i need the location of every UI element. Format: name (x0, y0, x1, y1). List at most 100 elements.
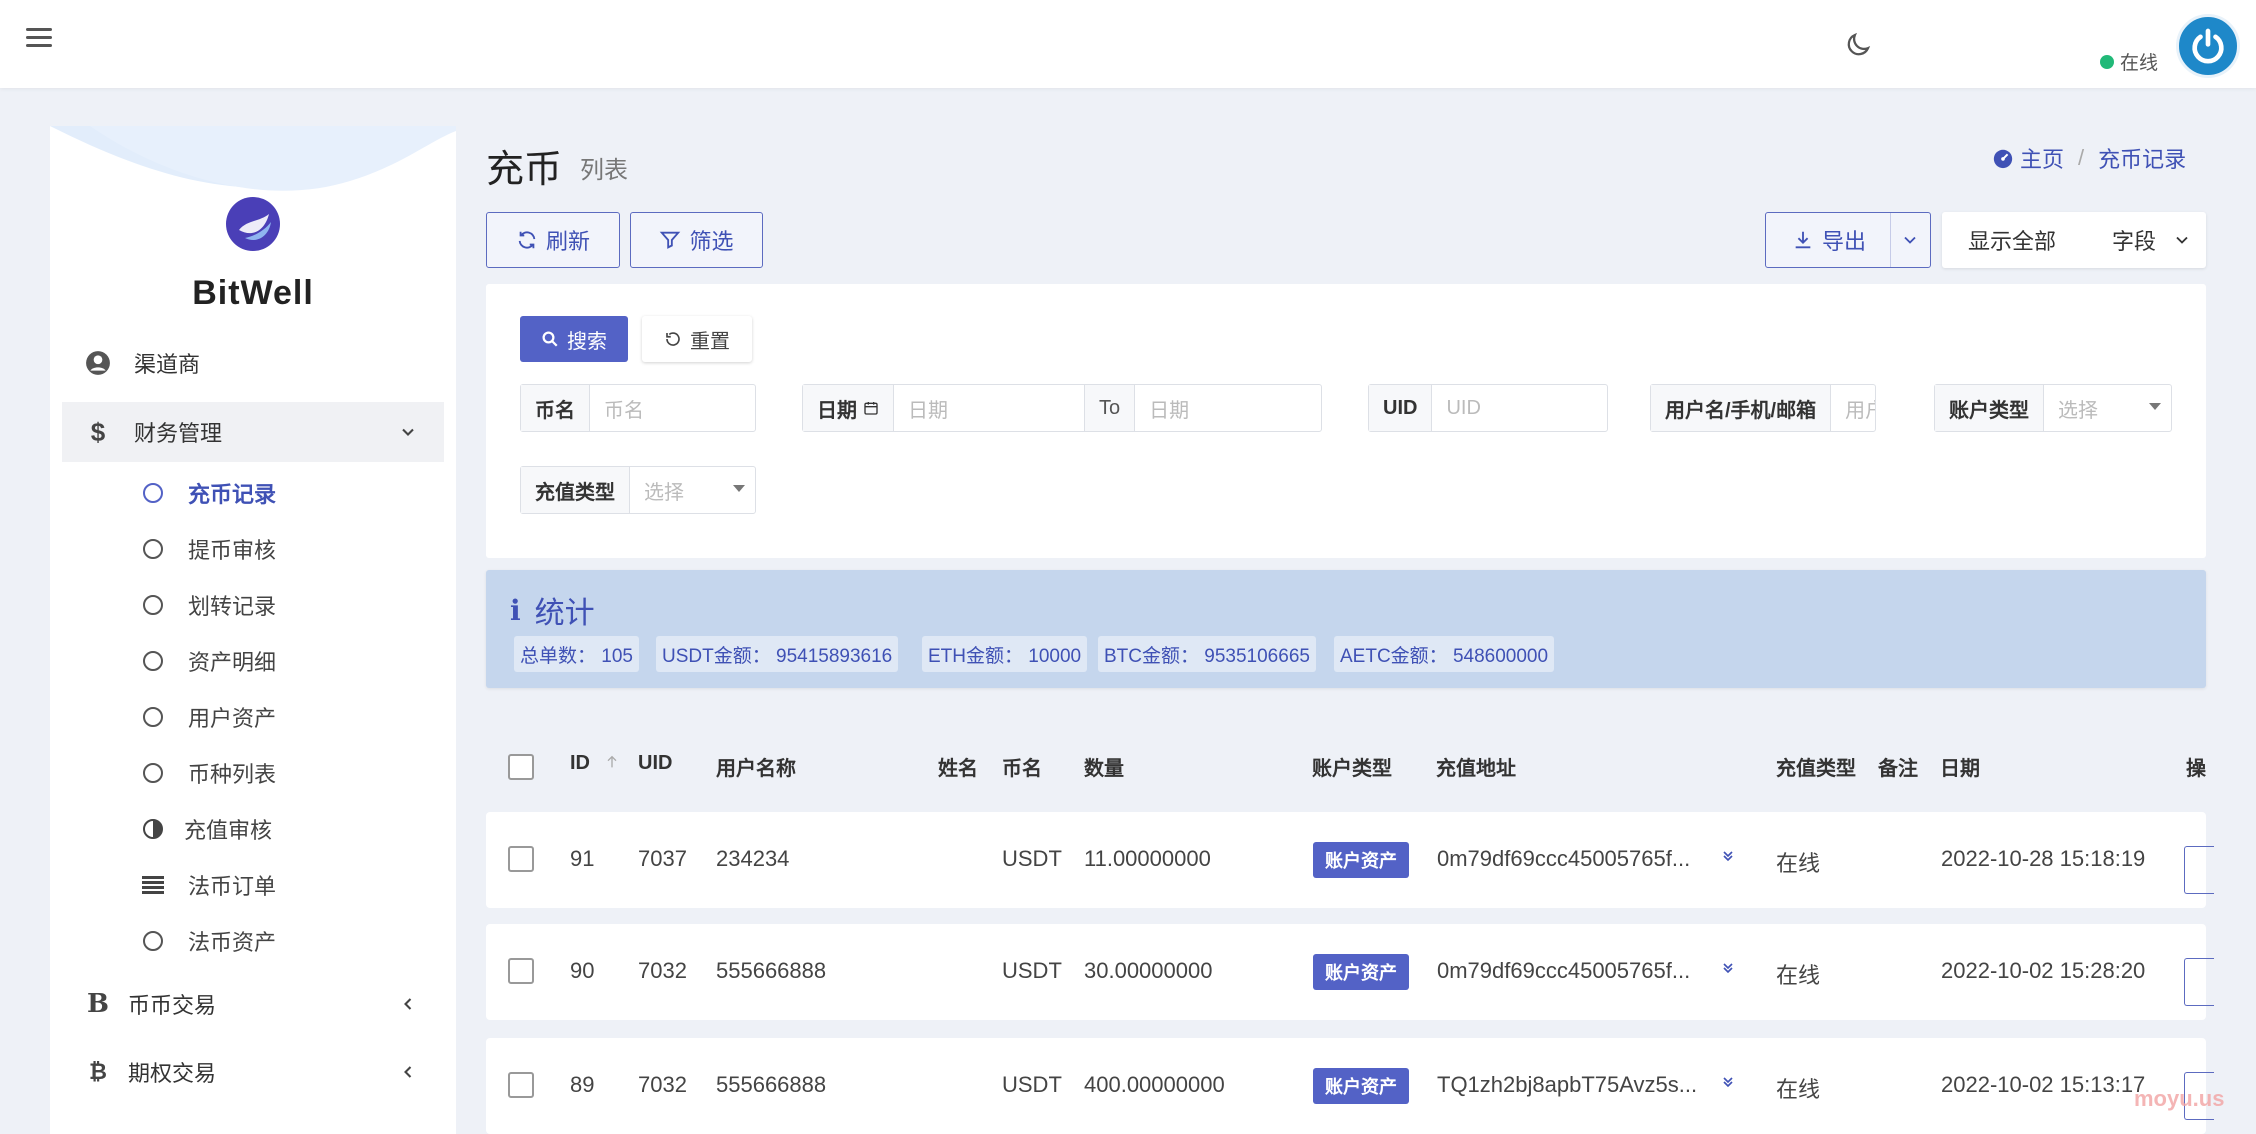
sidebar-subitem-transfer-records[interactable]: 划转记录 (50, 580, 456, 630)
export-button[interactable]: 导出 (1765, 212, 1931, 268)
reset-button[interactable]: 重置 (642, 316, 752, 362)
expand-double-chevron-icon[interactable] (1720, 1072, 1736, 1092)
sidebar-subitem-label: 充值审核 (184, 818, 273, 843)
sidebar-item-label: 渠道商 (134, 352, 201, 377)
date-start-input[interactable]: 日期 (894, 385, 1084, 431)
sidebar-subitem-asset-details[interactable]: 资产明细 (50, 636, 456, 686)
coin-filter-label: 币名 (521, 385, 590, 431)
refresh-button[interactable]: 刷新 (486, 212, 620, 268)
stat-badge-aetc: AETC金额： 548600000 (1334, 636, 1555, 672)
sidebar-item-options-trading[interactable]: ₿ 期权交易 (50, 1042, 456, 1102)
user-filter-input[interactable]: 用户 (1831, 385, 1875, 431)
cell-uid: 7032 (638, 1072, 687, 1097)
search-button[interactable]: 搜索 (520, 316, 628, 362)
brand-name: BitWell (192, 274, 314, 312)
chevron-down-icon[interactable] (1900, 230, 1920, 250)
col-name: 姓名 (938, 758, 978, 780)
cell-amount: 11.00000000 (1084, 846, 1211, 871)
row-checkbox[interactable] (508, 846, 534, 872)
cell-coin: USDT (1002, 846, 1062, 871)
sidebar-subitem-fiat-assets[interactable]: 法币资产 (50, 916, 456, 966)
undo-icon (666, 332, 680, 346)
refresh-icon (518, 231, 536, 249)
stats-title: i 统计 (510, 588, 595, 632)
recharge-type-select[interactable]: 选择 (630, 467, 750, 513)
sidebar-item-spot-trading[interactable]: B 币币交易 (50, 974, 456, 1034)
user-avatar[interactable] (2176, 14, 2240, 78)
col-amount: 数量 (1084, 758, 1124, 780)
select-all-checkbox[interactable] (508, 754, 534, 780)
column-toggle-group: 显示全部 字段 (1942, 212, 2206, 268)
sidebar-subitem-label: 充币记录 (188, 482, 277, 507)
export-label: 导出 (1822, 229, 1867, 254)
cell-username: 555666888 (716, 958, 827, 983)
power-icon (2192, 28, 2224, 64)
col-date: 日期 (1940, 758, 1980, 780)
sidebar-item-finance[interactable]: $ 财务管理 (62, 402, 444, 462)
expand-double-chevron-icon[interactable] (1720, 846, 1736, 866)
dropdown-caret-icon (2149, 403, 2161, 410)
sidebar-subitem-recharge-review[interactable]: 充值审核 (50, 804, 456, 854)
fields-dropdown[interactable]: 字段 (2112, 224, 2156, 256)
col-actions: 操 (2186, 758, 2206, 780)
sidebar-subitem-coin-list[interactable]: 币种列表 (50, 748, 456, 798)
expand-double-chevron-icon[interactable] (1720, 958, 1736, 978)
account-type-filter: 账户类型 选择 (1934, 384, 2172, 432)
sidebar-item-channel[interactable]: 渠道商 (50, 333, 456, 393)
cell-amount: 30.00000000 (1084, 958, 1213, 983)
export-split-divider (1890, 213, 1891, 267)
uid-filter-input[interactable]: UID (1432, 385, 1602, 431)
cell-coin: USDT (1002, 1072, 1062, 1097)
sidebar-subitem-withdraw-review[interactable]: 提币审核 (50, 524, 456, 574)
col-id[interactable]: ID (570, 752, 620, 775)
stat-badge-btc: BTC金额： 9535106665 (1098, 636, 1316, 672)
cell-recharge-type: 在线 (1776, 1077, 1821, 1102)
chevron-left-icon (404, 998, 412, 1010)
row-action-button[interactable] (2184, 958, 2214, 1006)
sidebar-subitem-label: 资产明细 (188, 650, 277, 675)
sidebar-subitem-label: 划转记录 (188, 594, 277, 619)
breadcrumb-separator: / (2078, 145, 2085, 170)
stat-badge-usdt: USDT金额： 95415893616 (656, 636, 899, 672)
dropdown-caret-icon (733, 485, 745, 492)
cell-date: 2022-10-02 15:28:20 (1941, 958, 2146, 983)
table-header: ID UID 用户名称 姓名 币名 数量 账户类型 充值地址 充值类型 备注 日… (486, 730, 2206, 800)
cell-recharge-type: 在线 (1776, 851, 1821, 876)
row-checkbox[interactable] (508, 958, 534, 984)
filter-label: 筛选 (689, 229, 734, 254)
show-all-button[interactable]: 显示全部 (1968, 224, 2056, 256)
cell-address: 0m79df69ccc45005765f... (1437, 958, 1691, 983)
date-end-input[interactable]: 日期 (1135, 385, 1305, 431)
coin-filter-input[interactable]: 币名 (590, 385, 750, 431)
sidebar-item-label: 币币交易 (128, 993, 217, 1018)
dashboard-gauge-icon (1993, 149, 2013, 169)
row-action-button[interactable] (2184, 846, 2214, 894)
filter-button[interactable]: 筛选 (630, 212, 763, 268)
sidebar-subitem-deposit-records[interactable]: 充币记录 (50, 468, 456, 518)
sidebar-subitem-label: 法币资产 (188, 930, 277, 955)
chevron-left-icon (404, 1066, 412, 1078)
col-coin: 币名 (1002, 758, 1042, 780)
circle-icon (143, 483, 163, 503)
menu-toggle-icon[interactable] (26, 28, 52, 50)
uid-filter-label: UID (1369, 385, 1433, 431)
col-uid: UID (638, 752, 673, 774)
cell-id: 91 (570, 846, 595, 871)
calendar-icon (864, 402, 878, 415)
sidebar-subitem-fiat-orders[interactable]: 法币订单 (50, 860, 456, 910)
list-bars-icon (142, 876, 164, 894)
filter-panel: 搜索 重置 币名 币名 日期 日期 To 日期 UID UID 用户名/手机/邮… (486, 284, 2206, 558)
top-navbar: 在线 (0, 0, 2256, 88)
breadcrumb-home[interactable]: 主页 (2020, 142, 2064, 174)
recharge-type-filter: 充值类型 选择 (520, 466, 756, 514)
coin-filter: 币名 币名 (520, 384, 756, 432)
stat-badge-eth: ETH金额： 10000 (922, 636, 1088, 672)
page-title: 充币 (486, 149, 563, 191)
row-checkbox[interactable] (508, 1072, 534, 1098)
online-status: 在线 (2100, 48, 2158, 75)
bitcoin-icon: ₿ (89, 1059, 107, 1084)
sidebar-subitem-user-assets[interactable]: 用户资产 (50, 692, 456, 742)
info-icon: i (510, 593, 521, 627)
uid-filter: UID UID (1368, 384, 1608, 432)
dark-mode-moon-icon[interactable] (1843, 30, 1873, 60)
